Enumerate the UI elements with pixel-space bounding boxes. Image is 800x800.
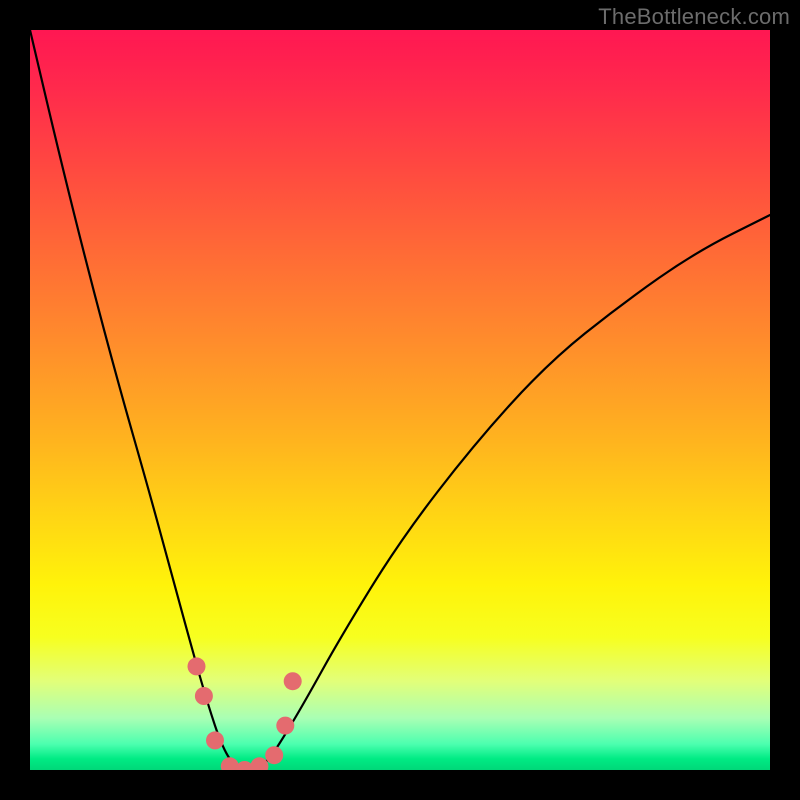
- bottleneck-curve: [30, 30, 770, 770]
- curve-marker: [276, 717, 294, 735]
- curve-marker: [206, 731, 224, 749]
- curve-marker: [188, 657, 206, 675]
- curve-marker: [250, 757, 268, 770]
- curve-marker: [195, 687, 213, 705]
- curve-marker: [265, 746, 283, 764]
- marker-group: [188, 657, 302, 770]
- watermark-text: TheBottleneck.com: [598, 4, 790, 30]
- curve-layer: [30, 30, 770, 770]
- plot-area: [30, 30, 770, 770]
- chart-frame: TheBottleneck.com: [0, 0, 800, 800]
- curve-marker: [284, 672, 302, 690]
